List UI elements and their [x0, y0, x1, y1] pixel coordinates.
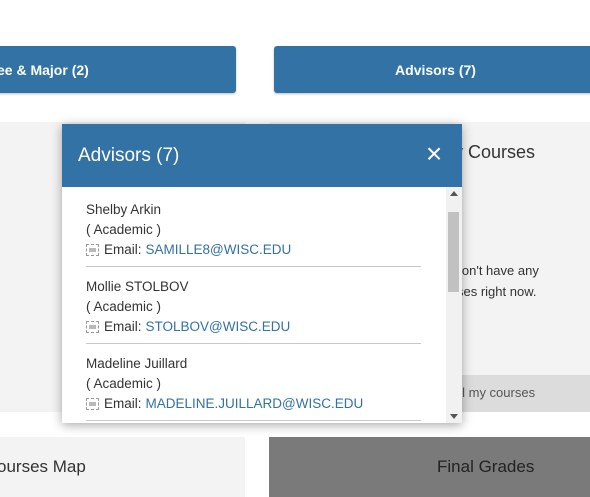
advisor-email-link[interactable]: SAMILLE8@WISC.EDU — [146, 240, 292, 260]
courses-map-card[interactable]: ourses Map — [0, 437, 245, 497]
final-grades-title: Final Grades — [437, 457, 535, 476]
broken-image-icon — [86, 244, 99, 256]
final-grades-card[interactable]: Final Grades — [269, 437, 590, 497]
advisor-role: ( Academic ) — [86, 376, 162, 391]
scrollbar-thumb[interactable] — [448, 212, 459, 292]
advisor-email-link[interactable]: STOLBOV@WISC.EDU — [146, 317, 291, 337]
email-label: Email: — [104, 319, 142, 334]
divider — [86, 420, 421, 421]
advisors-tab-label: Advisors (7) — [395, 61, 476, 78]
modal-title: Advisors (7) — [78, 145, 180, 166]
degree-major-tab[interactable]: ee & Major (2) — [0, 46, 236, 93]
advisor-email-row: Email: STOLBOV@WISC.EDU — [86, 317, 420, 337]
see-all-courses-label: all my courses — [452, 385, 536, 400]
modal-header: Advisors (7) × — [62, 124, 462, 187]
advisor-item: Shelby Arkin ( Academic ) Email: SAMILLE… — [86, 200, 420, 260]
scroll-down-arrow-icon[interactable] — [450, 414, 458, 419]
divider — [86, 266, 421, 267]
advisor-email-row: Email: MADELINE.JUILLARD@WISC.EDU — [86, 394, 420, 414]
email-label: Email: — [104, 242, 142, 257]
advisor-list: Shelby Arkin ( Academic ) Email: SAMILLE… — [62, 187, 446, 423]
advisor-name: Shelby Arkin — [86, 202, 162, 217]
advisor-email-link[interactable]: MADELINE.JUILLARD@WISC.EDU — [146, 394, 364, 414]
advisor-name: Madeline Juillard — [86, 356, 188, 371]
no-courses-message-line1: lon't have any — [459, 263, 539, 278]
email-label: Email: — [104, 396, 142, 411]
advisor-role: ( Academic ) — [86, 299, 162, 314]
advisor-name: Mollie STOLBOV — [86, 279, 189, 294]
degree-major-tab-label: ee & Major (2) — [0, 61, 89, 78]
divider — [86, 343, 421, 344]
advisor-email-row: Email: SAMILLE8@WISC.EDU — [86, 240, 420, 260]
advisors-modal: Advisors (7) × Shelby Arkin ( Academic )… — [62, 124, 462, 423]
modal-scrollbar[interactable] — [446, 187, 462, 423]
advisor-role: ( Academic ) — [86, 222, 162, 237]
scroll-up-arrow-icon[interactable] — [450, 191, 458, 196]
broken-image-icon — [86, 321, 99, 333]
no-courses-message-line2: ses right now. — [457, 284, 537, 299]
advisors-tab[interactable]: Advisors (7) — [274, 46, 590, 93]
advisor-item: Madeline Juillard ( Academic ) Email: MA… — [86, 354, 420, 414]
my-courses-title: y Courses — [454, 142, 536, 162]
courses-map-title: ourses Map — [0, 457, 86, 476]
advisor-item: Mollie STOLBOV ( Academic ) Email: STOLB… — [86, 277, 420, 337]
close-icon[interactable]: × — [424, 140, 444, 168]
broken-image-icon — [86, 398, 99, 410]
